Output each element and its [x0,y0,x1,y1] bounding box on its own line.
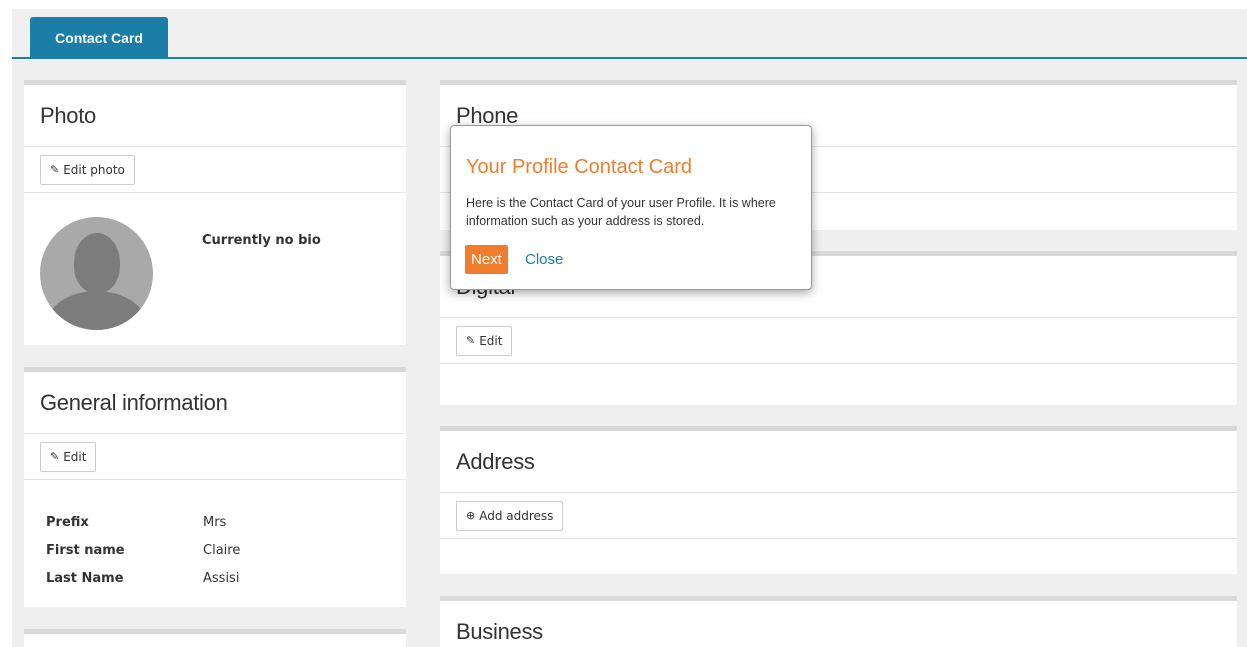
popover-text: Here is the Contact Card of your user Pr… [466,196,776,228]
bottom-left-panel [24,629,406,647]
avatar-body [46,291,147,330]
edit-general-button[interactable]: ✎ Edit [40,441,97,472]
pencil-icon: ✎ [50,450,60,463]
photo-panel: Photo ✎ Edit photo Currently no bio [24,80,406,345]
pencil-icon: ✎ [466,334,476,347]
panel-actions: ✎ Edit [440,318,1237,364]
bio-text: Currently no bio [202,233,321,248]
field-value: Claire [203,543,241,558]
add-address-button[interactable]: ⊕ Add address [456,500,564,531]
edit-photo-button[interactable]: ✎ Edit photo [40,154,135,185]
business-panel: Business [440,596,1237,647]
avatar [40,217,153,330]
pencil-icon: ✎ [50,163,60,176]
field-value: Assisi [203,571,240,586]
panel-title: Photo [24,85,406,147]
plus-circle-icon: ⊕ [466,509,476,522]
close-link[interactable]: Close [525,251,563,268]
panel-actions: ✎ Edit photo [24,147,406,193]
tab-bar-background [12,9,1247,58]
edit-digital-button[interactable]: ✎ Edit [456,325,513,356]
edit-label: Edit [479,333,503,348]
field-label: First name [46,543,125,558]
add-address-label: Add address [479,508,554,523]
panel-actions: ⊕ Add address [440,493,1237,539]
general-information-panel: General information ✎ Edit Prefix Mrs Fi… [24,367,406,607]
field-value: Mrs [203,515,227,530]
field-label: Last Name [46,571,124,586]
avatar-head [74,233,120,293]
popover-title: Your Profile Contact Card [466,156,693,178]
edit-photo-label: Edit photo [63,162,125,177]
panel-title: Address [440,431,1237,493]
field-label: Prefix [46,515,89,530]
tab-bar: Contact Card [0,0,1247,60]
panel-actions: ✎ Edit [24,434,406,480]
panel-title: Business [456,619,543,644]
panel-title: General information [24,372,406,434]
tour-popover: Your Profile Contact Card Here is the Co… [450,125,812,290]
edit-label: Edit [63,449,87,464]
address-panel: Address ⊕ Add address [440,426,1237,574]
next-button[interactable]: Next [465,245,508,274]
tab-contact-card[interactable]: Contact Card [30,17,168,58]
